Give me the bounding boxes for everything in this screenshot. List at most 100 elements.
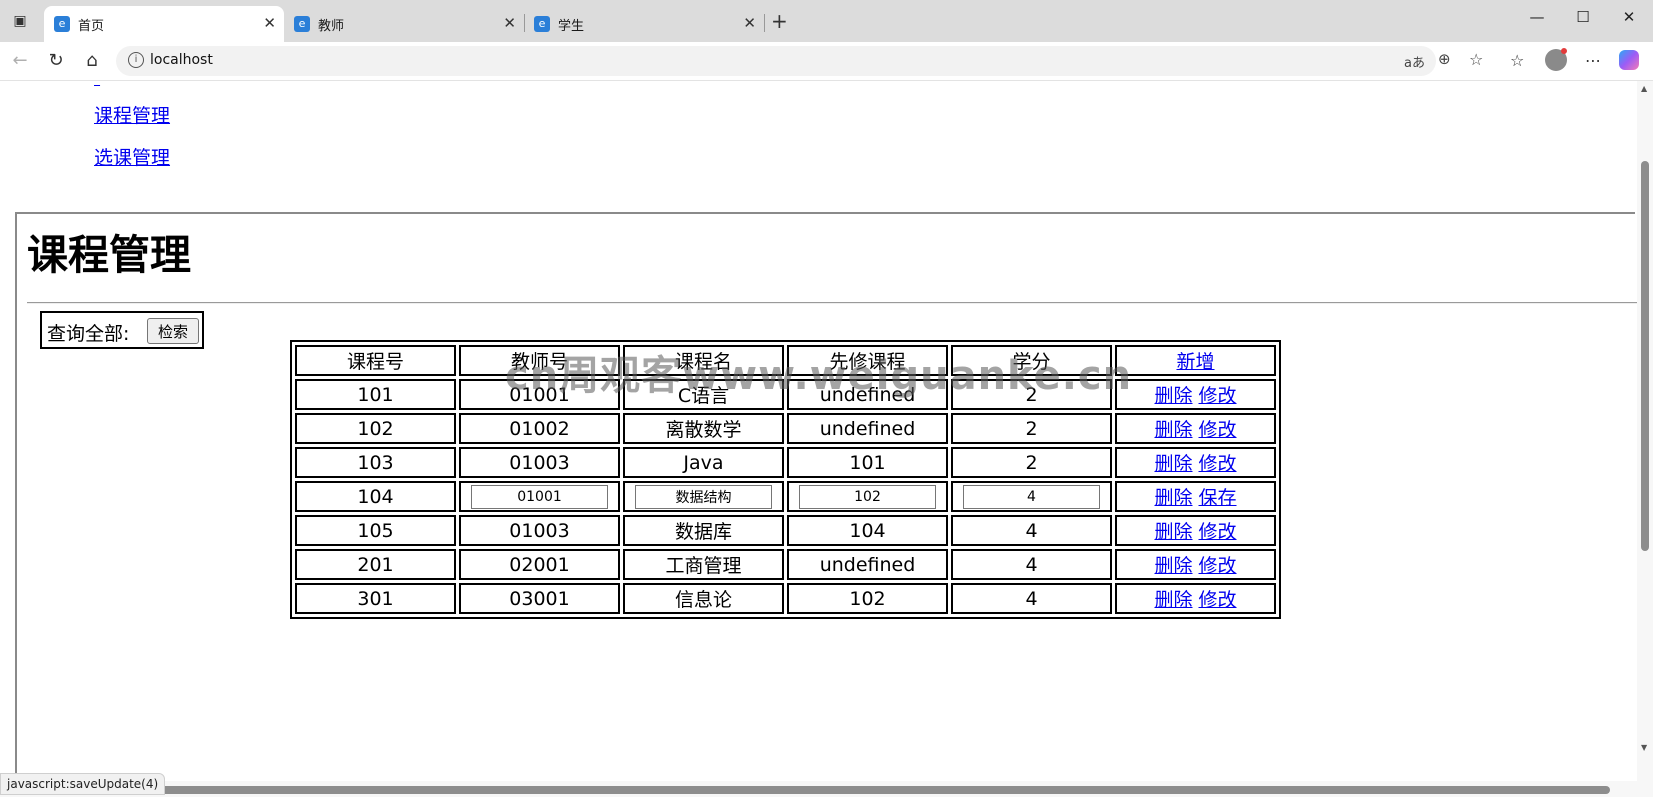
close-tab-icon[interactable]: ✕ [263, 14, 276, 32]
prerequisite-cell [787, 481, 948, 512]
favicon-icon: e [294, 16, 310, 32]
teacher-id-cell: 01003 [459, 515, 620, 546]
credit-cell: 2 [951, 413, 1112, 444]
tab-title: 教师 [318, 19, 345, 34]
prerequisite-input[interactable] [799, 485, 936, 509]
address-bar[interactable]: i localhost aあ ⊕ ☆ [116, 46, 1483, 76]
course-id-cell: 201 [295, 549, 456, 580]
table-row: 104 删除保存 [295, 481, 1276, 512]
credit-cell: 4 [951, 549, 1112, 580]
delete-link[interactable]: 删除 [1154, 555, 1192, 577]
table-row: 102 01002 离散数学 undefined 2 删除 修改 [295, 413, 1276, 444]
read-aloud-icon[interactable]: aあ [1404, 52, 1425, 71]
header-teacher-id: 教师号 [459, 345, 620, 376]
actions-cell: 删除 修改 [1115, 583, 1276, 614]
edit-link[interactable]: 修改 [1199, 555, 1237, 577]
tab-home[interactable]: e 首页 ✕ [44, 6, 284, 42]
teacher-id-cell [459, 481, 620, 512]
minimize-icon[interactable]: — [1517, 8, 1557, 26]
credit-input[interactable] [963, 485, 1100, 509]
tab-title: 学生 [558, 19, 585, 34]
delete-link[interactable]: 删除 [1154, 453, 1192, 475]
delete-link[interactable]: 删除 [1154, 385, 1192, 407]
nav-link-hidden[interactable] [94, 81, 100, 89]
url-text: localhost [150, 52, 213, 68]
credit-cell: 4 [951, 583, 1112, 614]
header-course-id: 课程号 [295, 345, 456, 376]
course-id-cell: 103 [295, 447, 456, 478]
horizontal-scroll-thumb[interactable] [140, 786, 1610, 794]
scroll-up-icon[interactable]: ▲ [1641, 84, 1647, 93]
teacher-id-cell: 01002 [459, 413, 620, 444]
nav-link-course-management[interactable]: 课程管理 [94, 101, 170, 128]
close-tab-icon[interactable]: ✕ [743, 14, 756, 32]
nav-link-enrollment-management[interactable]: 选课管理 [94, 143, 170, 170]
header-actions: 新增 [1115, 345, 1276, 376]
prerequisite-cell: undefined [787, 413, 948, 444]
home-icon[interactable]: ⌂ [80, 50, 104, 71]
edit-link[interactable]: 修改 [1199, 589, 1237, 611]
course-name-cell: 工商管理 [623, 549, 784, 580]
table-header-row: 课程号 教师号 课程名 先修课程 学分 新增 [295, 345, 1276, 376]
page-viewport: 课程管理 选课管理 课程管理 查询全部: 检索 课程号 教师号 课程名 先修课程… [0, 81, 1653, 797]
edit-link[interactable]: 修改 [1199, 419, 1237, 441]
notification-dot [1561, 48, 1567, 54]
actions-cell: 删除 修改 [1115, 549, 1276, 580]
table-row: 105 01003 数据库 104 4 删除 修改 [295, 515, 1276, 546]
divider [27, 302, 1637, 304]
tab-strip: ▣ e 首页 ✕ e 教师 ✕ e 学生 ✕ + — ☐ ✕ [0, 0, 1653, 42]
actions-cell: 删除 修改 [1115, 413, 1276, 444]
favorites-icon[interactable]: ☆ [1510, 51, 1524, 70]
tab-teacher[interactable]: e 教师 ✕ [284, 6, 524, 42]
course-name-cell: 信息论 [623, 583, 784, 614]
edit-link[interactable]: 修改 [1199, 453, 1237, 475]
actions-cell: 删除 修改 [1115, 447, 1276, 478]
zoom-icon[interactable]: ⊕ [1438, 50, 1451, 68]
delete-link[interactable]: 删除 [1154, 589, 1192, 611]
teacher-id-cell: 01003 [459, 447, 620, 478]
course-id-cell: 101 [295, 379, 456, 410]
site-info-icon[interactable]: i [128, 52, 144, 68]
credit-cell: 4 [951, 515, 1112, 546]
edit-link[interactable]: 修改 [1199, 521, 1237, 543]
credit-cell [951, 481, 1112, 512]
maximize-icon[interactable]: ☐ [1563, 8, 1603, 26]
favicon-icon: e [534, 16, 550, 32]
teacher-id-input[interactable] [471, 485, 608, 509]
save-link[interactable]: 保存 [1199, 487, 1237, 509]
table-row: 101 01001 C语言 undefined 2 删除 修改 [295, 379, 1276, 410]
course-id-cell: 102 [295, 413, 456, 444]
delete-link[interactable]: 删除 [1154, 419, 1192, 441]
table-row: 201 02001 工商管理 undefined 4 删除 修改 [295, 549, 1276, 580]
credit-cell: 2 [951, 379, 1112, 410]
copilot-icon[interactable] [1619, 50, 1639, 70]
more-menu-icon[interactable]: ⋯ [1585, 51, 1601, 70]
header-credit: 学分 [951, 345, 1112, 376]
course-name-cell [623, 481, 784, 512]
back-icon[interactable]: ← [8, 50, 32, 71]
scroll-down-icon[interactable]: ▼ [1641, 743, 1647, 752]
course-name-cell: C语言 [623, 379, 784, 410]
course-table: 课程号 教师号 课程名 先修课程 学分 新增 101 01001 C语言 undefi… [290, 340, 1281, 619]
add-link[interactable]: 新增 [1176, 351, 1214, 373]
close-tab-icon[interactable]: ✕ [503, 14, 516, 32]
edit-link[interactable]: 修改 [1199, 385, 1237, 407]
new-tab-icon[interactable]: + [771, 9, 788, 33]
delete-link[interactable]: 删除 [1154, 521, 1192, 543]
course-name-cell: 离散数学 [623, 413, 784, 444]
course-id-cell: 105 [295, 515, 456, 546]
favorite-star-icon[interactable]: ☆ [1469, 50, 1483, 69]
reload-icon[interactable]: ↻ [44, 50, 68, 71]
search-button[interactable]: 检索 [147, 318, 199, 344]
delete-link[interactable]: 删除 [1154, 487, 1192, 509]
header-course-name: 课程名 [623, 345, 784, 376]
actions-cell: 删除 修改 [1115, 379, 1276, 410]
tab-student[interactable]: e 学生 ✕ [524, 6, 764, 42]
vertical-scrollbar[interactable]: ▲ ▼ [1637, 81, 1653, 797]
close-window-icon[interactable]: ✕ [1609, 8, 1649, 26]
course-name-input[interactable] [635, 484, 772, 509]
table-row: 301 03001 信息论 102 4 删除 修改 [295, 583, 1276, 614]
vertical-scroll-thumb[interactable] [1641, 161, 1649, 551]
tab-actions-icon[interactable]: ▣ [10, 12, 30, 30]
horizontal-scrollbar[interactable] [0, 781, 1637, 797]
